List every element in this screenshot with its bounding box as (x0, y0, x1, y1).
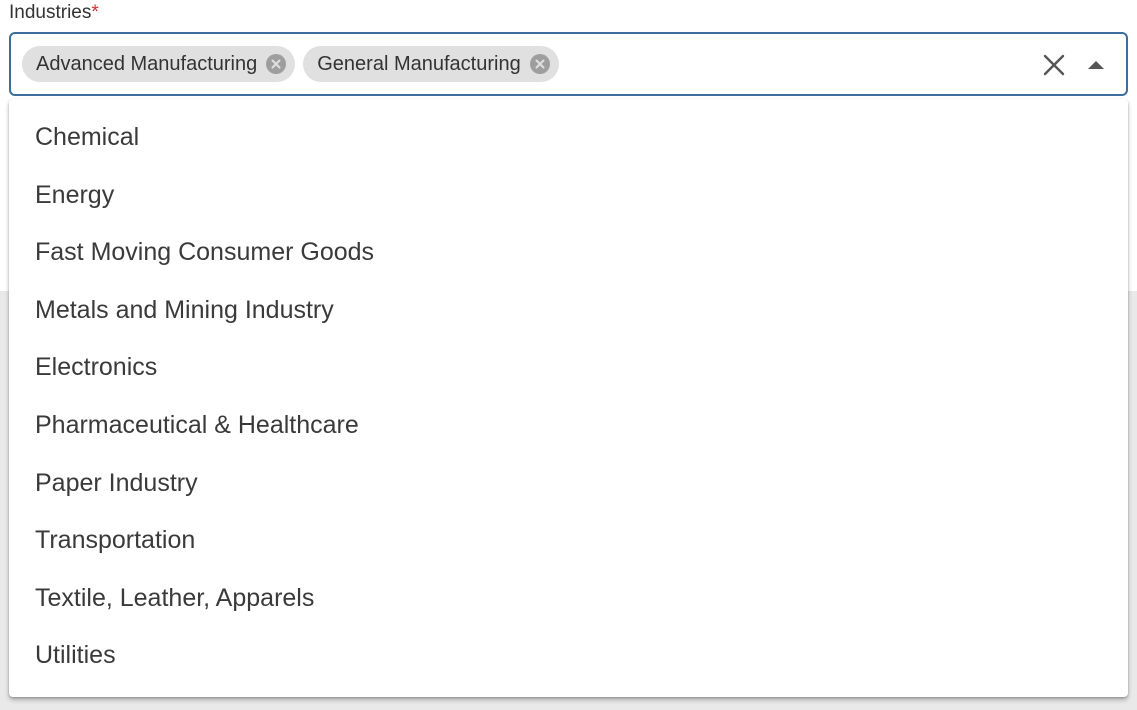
clear-all-button[interactable] (1041, 52, 1067, 78)
chip-label: Advanced Manufacturing (36, 52, 258, 75)
chip-label: General Manufacturing (317, 52, 521, 75)
close-icon (1043, 54, 1065, 76)
option-paper-industry[interactable]: Paper Industry (9, 455, 1128, 513)
caret-up-icon (1088, 61, 1104, 69)
chip-advanced-manufacturing: Advanced Manufacturing (22, 46, 296, 82)
chip-remove-icon[interactable] (529, 53, 551, 75)
option-metals-mining[interactable]: Metals and Mining Industry (9, 282, 1128, 340)
option-fmcg[interactable]: Fast Moving Consumer Goods (9, 224, 1128, 282)
required-asterisk: * (91, 2, 99, 23)
chip-general-manufacturing: General Manufacturing (303, 46, 559, 82)
selected-chips: Advanced Manufacturing General Manufactu… (22, 46, 559, 82)
option-chemical[interactable]: Chemical (9, 109, 1128, 167)
options-dropdown: Chemical Energy Fast Moving Consumer Goo… (9, 99, 1128, 697)
chip-remove-icon[interactable] (265, 53, 287, 75)
option-list: Chemical Energy Fast Moving Consumer Goo… (9, 99, 1128, 685)
industries-field-label: Industries* (9, 2, 99, 24)
page: Industries* Advanced Manufacturing Gener… (0, 0, 1137, 710)
option-utilities[interactable]: Utilities (9, 627, 1128, 685)
option-pharma-healthcare[interactable]: Pharmaceutical & Healthcare (9, 397, 1128, 455)
option-electronics[interactable]: Electronics (9, 339, 1128, 397)
field-label-text: Industries (9, 2, 92, 23)
industries-multiselect[interactable]: Advanced Manufacturing General Manufactu… (9, 32, 1128, 96)
option-transportation[interactable]: Transportation (9, 512, 1128, 570)
option-energy[interactable]: Energy (9, 167, 1128, 225)
dropdown-toggle-button[interactable] (1083, 52, 1109, 78)
option-textile-leather-apparels[interactable]: Textile, Leather, Apparels (9, 570, 1128, 628)
